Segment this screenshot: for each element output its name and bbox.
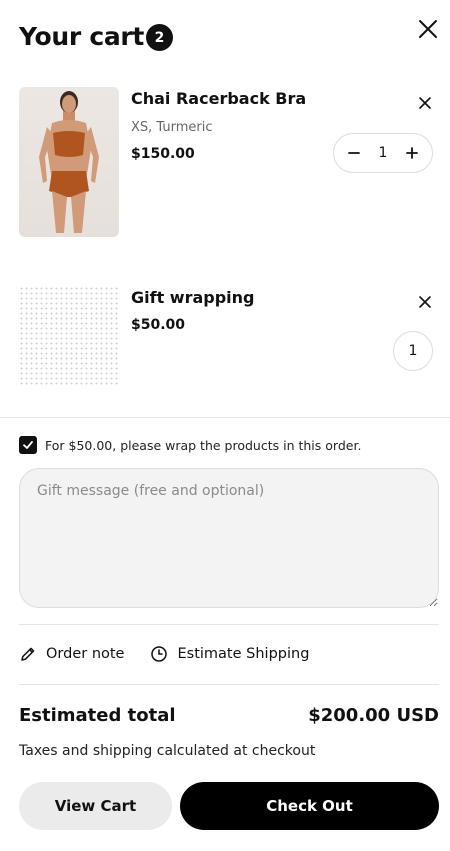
pencil-icon	[21, 647, 35, 661]
minus-icon[interactable]	[344, 143, 364, 163]
divider	[19, 624, 439, 625]
gift-wrap-option: For $50.00, please wrap the products in …	[19, 436, 361, 454]
cart-item: Gift wrapping $50.00 1	[19, 286, 433, 386]
estimated-total-label: Estimated total	[19, 705, 176, 726]
quantity-value[interactable]: 1	[379, 145, 388, 161]
estimate-shipping-link[interactable]: Estimate Shipping	[150, 645, 309, 663]
cart-count-badge: 2	[146, 24, 173, 51]
gift-wrap-checkbox[interactable]	[19, 436, 37, 454]
close-icon[interactable]	[417, 18, 439, 40]
taxes-note: Taxes and shipping calculated at checkou…	[19, 743, 316, 759]
close-icon[interactable]	[417, 95, 433, 111]
gift-wrap-image	[19, 286, 119, 386]
plus-icon[interactable]	[402, 143, 422, 163]
clock-icon	[151, 646, 168, 662]
item-title[interactable]: Chai Racerback Bra	[131, 89, 306, 108]
cart-actions: Order note Estimate Shipping	[19, 643, 335, 665]
cart-item: Chai Racerback Bra XS, Turmeric $150.00 …	[19, 87, 433, 237]
close-icon[interactable]	[417, 294, 433, 310]
item-price: $150.00	[131, 146, 195, 162]
order-note-label: Order note	[46, 646, 125, 662]
cart-header: Your cart 2	[19, 18, 439, 58]
gift-wrap-label: For $50.00, please wrap the products in …	[45, 437, 362, 453]
quantity-stepper: 1	[333, 133, 433, 173]
quantity-value: 1	[393, 331, 433, 371]
gift-message-field[interactable]	[19, 468, 439, 608]
estimated-total-value: $200.00 USD	[308, 705, 439, 726]
product-image[interactable]	[19, 87, 119, 237]
item-variant: XS, Turmeric	[131, 120, 213, 135]
cart-title: Your cart	[19, 22, 145, 51]
check-icon	[23, 441, 33, 449]
divider	[0, 417, 450, 418]
item-title: Gift wrapping	[131, 288, 255, 307]
view-cart-button[interactable]: View Cart	[19, 782, 172, 830]
checkout-button[interactable]: Check Out	[180, 782, 439, 830]
item-price: $50.00	[131, 317, 186, 333]
estimate-shipping-label: Estimate Shipping	[177, 646, 310, 662]
order-note-link[interactable]: Order note	[19, 645, 124, 663]
divider	[19, 684, 439, 685]
